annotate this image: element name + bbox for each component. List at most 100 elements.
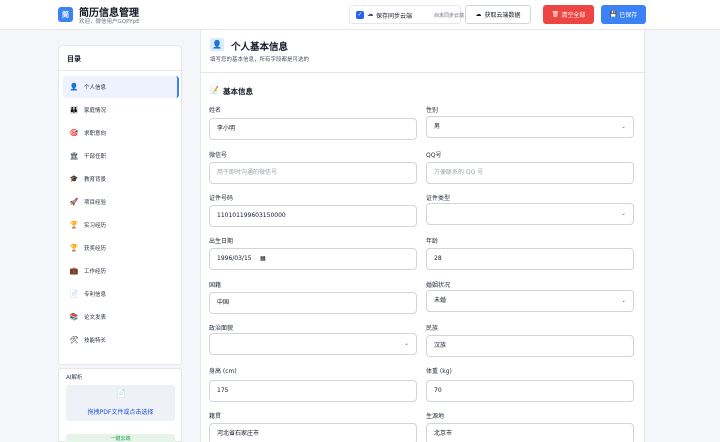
ai-parse-title: AI解析: [66, 375, 83, 381]
sidebar-item-label: 工作经历: [84, 269, 107, 275]
qq-field[interactable]: 方便联系的 QQ 号: [426, 162, 634, 184]
save-icon: 💾: [609, 11, 618, 18]
cloud-icon: ☁: [367, 10, 374, 18]
sidebar-item-label: 个人信息: [84, 85, 107, 91]
clear-all-button[interactable]: 🗑 清空全部: [543, 5, 594, 24]
birth-date-field[interactable]: 1996/03/15 ▦: [209, 248, 417, 270]
saved-label: 已保存: [619, 12, 638, 19]
sidebar-item-label: 技能特长: [84, 338, 107, 344]
welcome-text: 欢迎，微信用户GQPYpE: [79, 19, 140, 25]
fetch-cloud-button[interactable]: ☁ 获取云端数据: [465, 5, 531, 24]
pdf-drop-text: 拖拽PDF文件或点击选择: [87, 409, 154, 416]
sidebar-item-label: 项目经验: [84, 200, 107, 206]
marital-label: 婚姻状况: [426, 282, 451, 289]
sidebar-item-label: 论文发表: [84, 315, 107, 321]
sync-status: 尚未同步云端: [434, 13, 465, 19]
native-place-label: 籍贯: [209, 413, 222, 420]
birthplace-label: 生源地: [426, 413, 445, 420]
chevron-down-icon: ⌄: [620, 123, 626, 130]
subsection-title: 基本信息: [223, 87, 253, 96]
cloud-sync-toggle[interactable]: ✓ ☁ 保存同步云端 尚未同步云端: [349, 5, 465, 24]
nationality-field[interactable]: 中国: [209, 292, 417, 314]
sidebar-item-papers[interactable]: 📚 论文发表: [63, 306, 179, 328]
trophy-icon: 🏆: [69, 244, 79, 252]
graduation-cap-icon: 🎓: [69, 175, 79, 183]
clear-all-label: 清空全部: [561, 12, 586, 19]
sidebar-item-projects[interactable]: 🚀 项目经验: [63, 191, 179, 213]
id-type-label: 证件类型: [426, 195, 451, 202]
sidebar-item-label: 专利信息: [84, 292, 107, 298]
age-field[interactable]: 28: [426, 248, 634, 270]
chevron-down-icon: ⌄: [620, 210, 626, 217]
sidebar-item-job-intention[interactable]: 🎯 求职意向: [63, 122, 179, 144]
political-select[interactable]: ⌄: [209, 333, 417, 355]
target-icon: 🎯: [69, 129, 79, 137]
political-label: 政治面貌: [209, 325, 234, 332]
sidebar-item-education[interactable]: 🎓 教育背景: [63, 168, 179, 190]
marital-select[interactable]: 未婚 ⌄: [426, 290, 634, 312]
qq-label: QQ号: [426, 152, 442, 159]
sidebar-item-work[interactable]: 💼 工作经历: [63, 260, 179, 282]
calendar-icon[interactable]: ▦: [260, 249, 266, 269]
section-description: 填写您的基本信息，所有字段都是可选的: [210, 57, 310, 63]
sidebar-item-awards[interactable]: 🏆 获奖经历: [63, 237, 179, 259]
id-number-field[interactable]: 110101199603150000: [209, 205, 417, 227]
birthplace-field[interactable]: 北京市: [426, 423, 634, 442]
top-bar: 简 简历信息管理 欢迎，微信用户GQPYpE ✓ ☁ 保存同步云端 尚未同步云端…: [0, 0, 720, 30]
cloud-download-icon: ☁: [475, 11, 482, 18]
sidebar-item-internship[interactable]: 🏆 实习经历: [63, 214, 179, 236]
sidebar-item-family[interactable]: 👪 家庭情况: [63, 99, 179, 121]
fetch-cloud-label: 获取云端数据: [484, 12, 521, 19]
building-icon: 🏛: [69, 152, 79, 160]
name-label: 姓名: [209, 107, 222, 114]
sidebar-item-label: 求职意向: [84, 131, 107, 137]
sync-checkbox[interactable]: ✓: [356, 11, 364, 19]
age-label: 年龄: [426, 238, 439, 245]
height-label: 身高 (cm): [209, 368, 237, 375]
section-divider: [201, 72, 646, 73]
ai-cloud-button[interactable]: 一键云端: [66, 434, 175, 442]
sidebar-item-label: 实习经历: [84, 223, 107, 229]
sidebar-item-label: 获奖经历: [84, 246, 107, 252]
pdf-drop-zone[interactable]: 📄 拖拽PDF文件或点击选择: [66, 385, 175, 421]
rocket-icon: 🚀: [69, 198, 79, 206]
sidebar-item-skills[interactable]: 🛠 技能特长: [63, 329, 179, 351]
chevron-down-icon: ⌄: [403, 340, 409, 347]
sidebar-item-personal-info[interactable]: 👤 个人信息: [63, 76, 179, 98]
sidebar-item-patents[interactable]: 📄 专利信息: [63, 283, 179, 305]
sidebar-item-cadre[interactable]: 🏛 干部任职: [63, 145, 179, 167]
chevron-down-icon: ⌄: [620, 297, 626, 304]
sidebar-item-label: 家庭情况: [84, 108, 107, 114]
birth-date-value: 1996/03/15: [217, 255, 252, 262]
birth-date-label: 出生日期: [209, 238, 234, 245]
weight-label: 体重 (kg): [426, 368, 452, 375]
sidebar: 目录 👤 个人信息 👪 家庭情况 🎯 求职意向 🏛 干部任职 🎓 教育背景 🚀 …: [58, 45, 183, 365]
main-panel: 👤 个人基本信息 填写您的基本信息，所有字段都是可选的 📝 基本信息 姓名 李小…: [200, 30, 646, 442]
height-field[interactable]: 175: [209, 380, 417, 402]
pdf-file-icon: 📄: [116, 389, 126, 398]
ai-parse-card: AI解析 📄 拖拽PDF文件或点击选择 一键云端: [58, 368, 182, 442]
weight-field[interactable]: 70: [426, 380, 634, 402]
id-type-select[interactable]: ⌄: [426, 203, 634, 225]
gender-value: 男: [434, 123, 441, 130]
tools-icon: 🛠: [69, 336, 79, 344]
ethnicity-label: 民族: [426, 325, 439, 332]
gender-select[interactable]: 男 ⌄: [426, 116, 634, 138]
nationality-label: 国籍: [209, 282, 222, 289]
trash-icon: 🗑: [551, 11, 560, 18]
sidebar-item-label: 干部任职: [84, 154, 107, 160]
app-logo: 简: [58, 7, 73, 22]
family-icon: 👪: [69, 106, 79, 114]
user-icon: 👤: [69, 83, 79, 91]
trophy-icon: 🏆: [69, 221, 79, 229]
name-field[interactable]: 李小明: [209, 118, 417, 140]
sidebar-title: 目录: [67, 55, 81, 63]
ethnicity-field[interactable]: 汉族: [426, 335, 634, 357]
saved-button[interactable]: 💾 已保存: [601, 5, 646, 24]
native-place-field[interactable]: 河北省石家庄市: [209, 423, 417, 442]
wechat-label: 微信号: [209, 152, 228, 159]
section-title: 个人基本信息: [231, 42, 289, 53]
marital-value: 未婚: [434, 297, 447, 304]
sidebar-divider: [59, 70, 183, 71]
wechat-field[interactable]: 用于即时沟通的微信号: [209, 162, 417, 184]
